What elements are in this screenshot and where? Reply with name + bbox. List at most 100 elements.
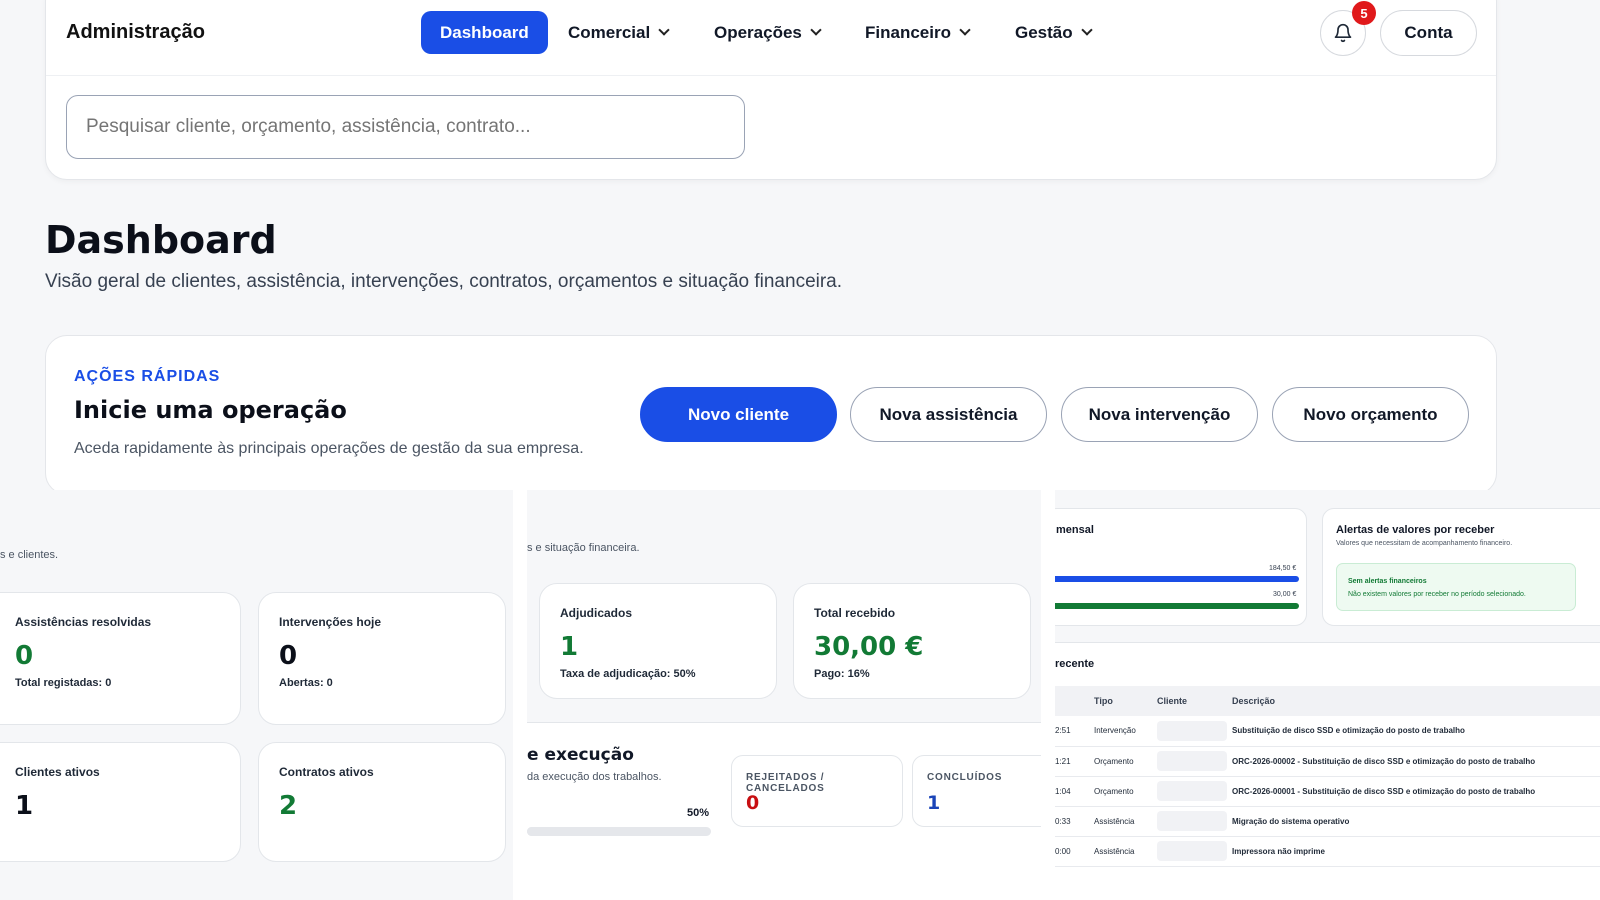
stat-label: Adjudicados xyxy=(560,606,633,620)
nav-comercial[interactable]: Comercial xyxy=(568,11,670,54)
panel-subtitle-fragment: s e situação financeira. xyxy=(527,542,640,554)
alerts-card: Alertas de valores por receber Valores q… xyxy=(1322,508,1600,626)
table-header-tipo: Tipo xyxy=(1094,686,1157,716)
alerts-subtitle: Valores que necessitam de acompanhamento… xyxy=(1336,540,1513,547)
execution-title: e execução xyxy=(527,745,634,765)
stat-meta: Taxa de adjudicação: 50% xyxy=(560,668,696,680)
stat-meta: Abertas: 0 xyxy=(279,677,333,689)
execution-progress-fill xyxy=(527,827,619,836)
search-input[interactable] xyxy=(66,95,745,159)
mini-value: 1 xyxy=(927,792,941,814)
stat-label: Clientes ativos xyxy=(15,765,100,779)
table-header-cliente: Cliente xyxy=(1157,686,1232,716)
stat-meta: Total registadas: 0 xyxy=(15,677,112,689)
stat-value: 0 xyxy=(15,641,34,671)
quick-actions-card: AÇÕES RÁPIDAS Inicie uma operação Aceda … xyxy=(45,335,1497,495)
table-header-time xyxy=(1055,686,1094,716)
stat-card-interventions-today: Intervenções hoje 0 Abertas: 0 xyxy=(258,592,506,725)
stat-card-total-received: Total recebido 30,00 € Pago: 16% xyxy=(793,583,1031,699)
row-descricao: Migração do sistema operativo xyxy=(1232,806,1600,837)
execution-progress-bar xyxy=(527,827,711,836)
row-cliente xyxy=(1157,836,1232,867)
row-descricao: Impressora não imprime xyxy=(1232,836,1600,867)
account-button[interactable]: Conta xyxy=(1380,10,1477,56)
row-time: 0:00 xyxy=(1055,836,1094,867)
mini-label: CONCLUÍDOS xyxy=(927,772,1003,783)
alerts-empty-title: Sem alertas financeiros xyxy=(1348,578,1427,585)
table-row[interactable]: 0:00 Assistência Impressora não imprime xyxy=(1055,836,1600,867)
mini-card-concluded: CONCLUÍDOS 1 xyxy=(912,755,1041,827)
nav-gestao[interactable]: Gestão xyxy=(1015,11,1093,54)
client-placeholder xyxy=(1157,841,1227,861)
mini-value: 0 xyxy=(746,792,760,814)
table-row[interactable]: 2:51 Intervenção Substituição de disco S… xyxy=(1055,716,1600,747)
panel-subtitle-fragment: s e clientes. xyxy=(0,549,59,561)
new-intervention-button[interactable]: Nova intervenção xyxy=(1061,387,1258,442)
stat-label: Total recebido xyxy=(814,606,896,620)
row-tipo: Assistência xyxy=(1094,806,1157,837)
client-placeholder xyxy=(1157,751,1227,771)
row-cliente xyxy=(1157,806,1232,837)
quick-actions-title: Inicie uma operação xyxy=(74,396,347,424)
new-client-button[interactable]: Novo cliente xyxy=(640,387,837,442)
recent-activity-table: Tipo Cliente Descrição 2:51 Intervenção … xyxy=(1055,686,1600,867)
notification-count-badge: 5 xyxy=(1352,1,1376,25)
row-tipo: Assistência xyxy=(1094,836,1157,867)
nav-financeiro[interactable]: Financeiro xyxy=(865,11,971,54)
panel-separator xyxy=(513,490,527,900)
nav-comercial-label: Comercial xyxy=(568,22,651,42)
chevron-down-icon xyxy=(1080,24,1093,36)
new-assistance-button[interactable]: Nova assistência xyxy=(850,387,1047,442)
stat-label: Contratos ativos xyxy=(279,765,374,779)
execution-description: da execução dos trabalhos. xyxy=(527,771,662,783)
row-tipo: Orçamento xyxy=(1094,776,1157,807)
screenshot-panel-stats-middle: s e situação financeira. Adjudicados 1 T… xyxy=(527,490,1041,900)
chevron-down-icon xyxy=(658,24,670,36)
client-placeholder xyxy=(1157,781,1227,801)
table-row[interactable]: 1:04 Orçamento ORC-2026-00001 - Substitu… xyxy=(1055,776,1600,807)
monthly-bar xyxy=(1055,576,1299,582)
row-time: 2:51 xyxy=(1055,716,1094,747)
brand-title: Administração xyxy=(66,21,205,43)
chevron-down-icon xyxy=(810,24,822,36)
row-cliente xyxy=(1157,776,1232,807)
screenshot-panel-stats-left: s e clientes. Assistências resolvidas 0 … xyxy=(0,490,513,900)
stat-card-assistances-resolved: Assistências resolvidas 0 Total registad… xyxy=(0,592,241,725)
row-tipo: Intervenção xyxy=(1094,716,1157,747)
stat-value: 30,00 € xyxy=(814,632,924,662)
alerts-empty-text: Não existem valores por receber no perío… xyxy=(1348,591,1526,598)
nav-dashboard[interactable]: Dashboard xyxy=(421,11,548,54)
mini-card-rejected: REJEITADOS / CANCELADOS 0 xyxy=(731,755,903,827)
header-divider xyxy=(46,75,1496,76)
quick-actions-eyebrow: AÇÕES RÁPIDAS xyxy=(74,368,221,385)
screenshot-panel-finance: mensal 184,50 € 30,00 € Alertas de valor… xyxy=(1055,490,1600,900)
row-descricao: ORC-2026-00002 - Substituição de disco S… xyxy=(1232,746,1600,777)
monthly-bar-label: 184,50 € xyxy=(1269,565,1297,572)
nav-gestao-label: Gestão xyxy=(1015,22,1073,42)
row-cliente xyxy=(1157,716,1232,747)
panel-separator xyxy=(1041,490,1055,900)
stat-card-awarded: Adjudicados 1 Taxa de adjudicação: 50% xyxy=(539,583,777,699)
nav-dashboard-label: Dashboard xyxy=(440,22,529,42)
row-time: 0:33 xyxy=(1055,806,1094,837)
alerts-title: Alertas de valores por receber xyxy=(1336,524,1495,536)
new-quote-button[interactable]: Novo orçamento xyxy=(1272,387,1469,442)
row-tipo: Orçamento xyxy=(1094,746,1157,777)
top-navigation-card: Administração Dashboard Comercial Operaç… xyxy=(45,0,1497,180)
chevron-down-icon xyxy=(959,24,971,36)
nav-operacoes[interactable]: Operações xyxy=(714,11,822,54)
execution-progress-label: 50% xyxy=(687,807,710,819)
stat-value: 1 xyxy=(15,791,34,821)
table-row[interactable]: 0:33 Assistência Migração do sistema ope… xyxy=(1055,806,1600,837)
page-title: Dashboard xyxy=(45,218,277,262)
nav-financeiro-label: Financeiro xyxy=(865,22,951,42)
table-row[interactable]: 1:21 Orçamento ORC-2026-00002 - Substitu… xyxy=(1055,746,1600,777)
row-time: 1:21 xyxy=(1055,746,1094,777)
quick-actions-description: Aceda rapidamente às principais operaçõe… xyxy=(74,440,584,457)
monthly-bar-label: 30,00 € xyxy=(1273,591,1297,598)
table-header-descricao: Descrição xyxy=(1232,686,1600,716)
row-cliente xyxy=(1157,746,1232,777)
bell-icon xyxy=(1334,23,1352,43)
stat-value: 0 xyxy=(279,641,298,671)
stat-label: Intervenções hoje xyxy=(279,615,382,629)
